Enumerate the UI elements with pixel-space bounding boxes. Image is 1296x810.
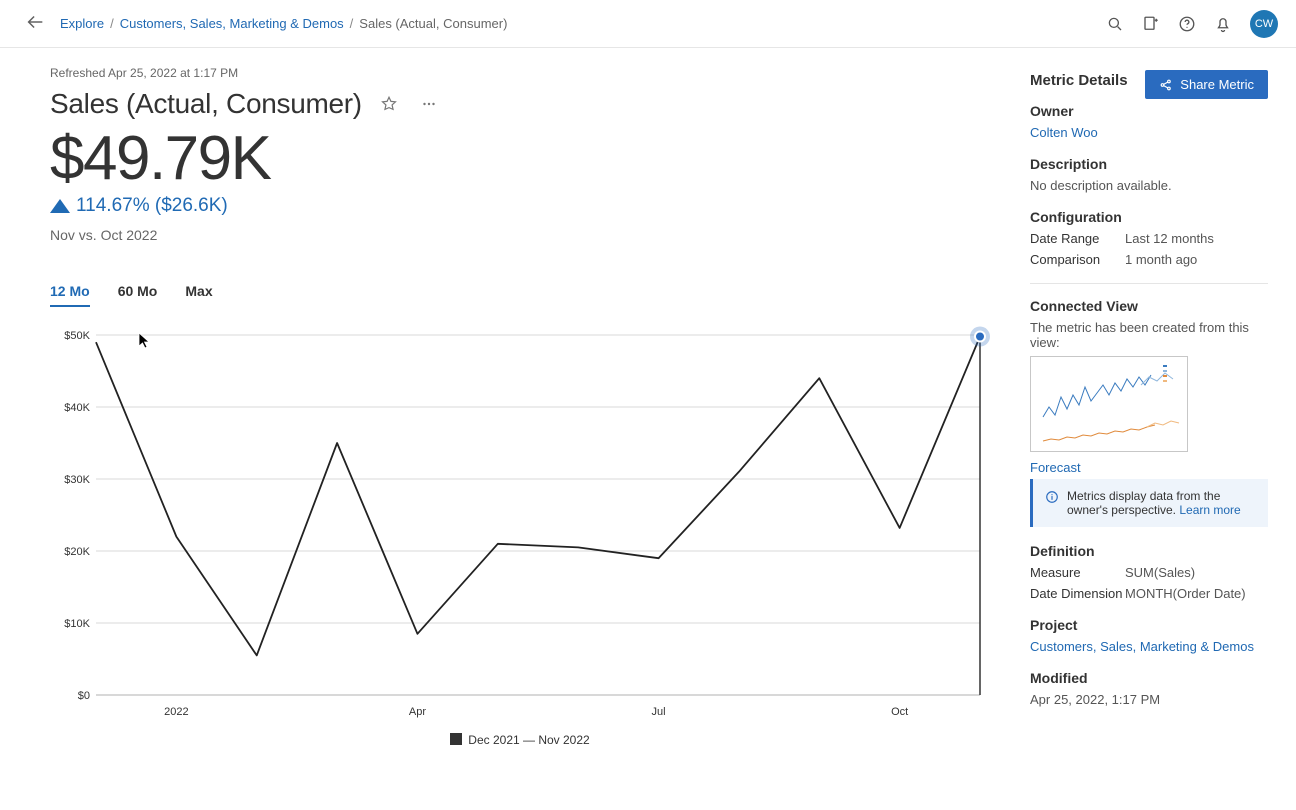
range-max[interactable]: Max: [185, 283, 212, 307]
chart-legend: Dec 2021 — Nov 2022: [50, 733, 990, 747]
svg-text:$40K: $40K: [64, 402, 90, 414]
breadcrumb-leaf: Sales (Actual, Consumer): [359, 16, 507, 31]
info-box: Metrics display data from the owner's pe…: [1030, 479, 1268, 527]
connected-view-link[interactable]: Forecast: [1030, 460, 1081, 475]
connected-view-heading: Connected View: [1030, 298, 1268, 314]
topbar-right: CW: [1106, 10, 1278, 38]
search-icon[interactable]: [1106, 15, 1124, 33]
new-icon[interactable]: [1142, 15, 1160, 33]
bell-icon[interactable]: [1214, 15, 1232, 33]
change-text: 114.67% ($26.6K): [76, 195, 228, 217]
breadcrumb-separator: /: [110, 16, 114, 31]
change-row: 114.67% ($26.6K): [50, 195, 990, 217]
back-button[interactable]: [24, 11, 46, 36]
line-chart[interactable]: $0 $10K $20K $30K $40K $50K 2022 Apr Jul Oct: [50, 325, 990, 725]
legend-label: Dec 2021 — Nov 2022: [468, 733, 589, 747]
main-column: Refreshed Apr 25, 2022 at 1:17 PM Sales …: [50, 48, 1030, 747]
owner-heading: Owner: [1030, 103, 1268, 119]
share-metric-button[interactable]: Share Metric: [1145, 70, 1268, 99]
page-title: Sales (Actual, Consumer): [50, 88, 362, 120]
measure-value: SUM(Sales): [1125, 565, 1195, 580]
date-range-value: Last 12 months: [1125, 231, 1214, 246]
range-60mo[interactable]: 60 Mo: [118, 283, 158, 307]
measure-key: Measure: [1030, 565, 1125, 580]
info-text: Metrics display data from the owner's pe…: [1067, 489, 1256, 517]
configuration-heading: Configuration: [1030, 209, 1268, 225]
owner-link[interactable]: Colten Woo: [1030, 125, 1098, 140]
share-label: Share Metric: [1180, 77, 1254, 92]
description-text: No description available.: [1030, 178, 1268, 193]
chart-area: $0 $10K $20K $30K $40K $50K 2022 Apr Jul Oct Dec …: [50, 325, 990, 747]
date-range-key: Date Range: [1030, 231, 1125, 246]
breadcrumb-explore[interactable]: Explore: [60, 16, 104, 31]
avatar[interactable]: CW: [1250, 10, 1278, 38]
connected-view-thumbnail[interactable]: [1030, 356, 1188, 452]
description-heading: Description: [1030, 156, 1268, 172]
learn-more-link[interactable]: Learn more: [1179, 503, 1240, 517]
more-icon[interactable]: [416, 91, 442, 117]
project-heading: Project: [1030, 617, 1268, 633]
favorite-icon[interactable]: [376, 91, 402, 117]
svg-text:$50K: $50K: [64, 330, 90, 342]
svg-text:Jul: Jul: [652, 706, 666, 718]
svg-text:Apr: Apr: [409, 706, 426, 718]
dimension-key: Date Dimension: [1030, 586, 1125, 601]
svg-text:$30K: $30K: [64, 474, 90, 486]
share-icon: [1159, 78, 1173, 92]
legend-swatch-icon: [450, 733, 462, 745]
svg-text:$20K: $20K: [64, 546, 90, 558]
modified-heading: Modified: [1030, 670, 1268, 686]
topbar: Explore / Customers, Sales, Marketing & …: [0, 0, 1296, 48]
breadcrumb-level1[interactable]: Customers, Sales, Marketing & Demos: [120, 16, 344, 31]
side-panel: Metric Details Owner Colten Woo Descript…: [1030, 48, 1268, 747]
metric-value: $49.79K: [50, 126, 990, 191]
mouse-cursor-icon: [138, 332, 152, 350]
dimension-value: MONTH(Order Date): [1125, 586, 1246, 601]
comparison-label: Nov vs. Oct 2022: [50, 227, 990, 243]
definition-heading: Definition: [1030, 543, 1268, 559]
modified-value: Apr 25, 2022, 1:17 PM: [1030, 692, 1268, 707]
range-12mo[interactable]: 12 Mo: [50, 283, 90, 307]
breadcrumb-separator: /: [350, 16, 354, 31]
comparison-value: 1 month ago: [1125, 252, 1197, 267]
breadcrumb: Explore / Customers, Sales, Marketing & …: [60, 16, 507, 31]
info-icon: [1045, 490, 1059, 504]
comparison-key: Comparison: [1030, 252, 1125, 267]
svg-text:$0: $0: [78, 690, 90, 702]
svg-text:$10K: $10K: [64, 618, 90, 630]
divider: [1030, 283, 1268, 284]
connected-desc: The metric has been created from this vi…: [1030, 320, 1268, 350]
svg-text:Oct: Oct: [891, 706, 908, 718]
svg-text:2022: 2022: [164, 706, 188, 718]
project-link[interactable]: Customers, Sales, Marketing & Demos: [1030, 639, 1254, 654]
refreshed-label: Refreshed Apr 25, 2022 at 1:17 PM: [50, 66, 990, 80]
up-triangle-icon: [50, 199, 70, 213]
range-tabs: 12 Mo 60 Mo Max: [50, 283, 990, 307]
help-icon[interactable]: [1178, 15, 1196, 33]
